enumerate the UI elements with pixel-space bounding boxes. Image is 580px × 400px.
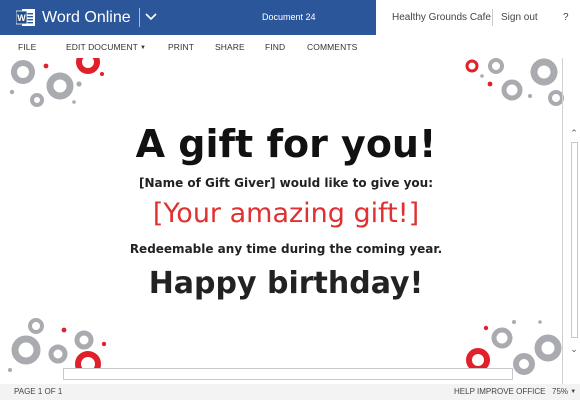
title-bar: W Word Online Document 24 Healthy Ground…: [0, 0, 580, 35]
document-page[interactable]: A gift for you! [Name of Gift Giver] wou…: [0, 58, 568, 384]
chevron-down-icon[interactable]: [144, 11, 158, 23]
gift-title[interactable]: A gift for you!: [0, 121, 568, 167]
menu-comments[interactable]: COMMENTS: [307, 42, 357, 53]
document-title[interactable]: Document 24: [262, 11, 316, 24]
help-improve-office-link[interactable]: HELP IMPROVE OFFICE: [454, 387, 545, 397]
sign-out-link[interactable]: Sign out: [501, 11, 538, 24]
word-logo-icon[interactable]: W: [16, 8, 36, 27]
menu-edit-document[interactable]: EDIT DOCUMENT ▼: [66, 42, 146, 54]
page-count: PAGE 1 OF 1: [14, 387, 63, 396]
circle-decoration-top-left: [9, 58, 104, 107]
closing-line[interactable]: Happy birthday!: [0, 265, 568, 303]
vertical-scrollbar[interactable]: ⌃ ⌄: [568, 58, 580, 384]
page-edge: [562, 58, 563, 384]
menu-file[interactable]: FILE: [18, 42, 36, 53]
app-header: W Word Online Document 24: [0, 0, 376, 35]
help-button[interactable]: ?: [563, 11, 569, 24]
horizontal-scrollbar[interactable]: [63, 368, 513, 380]
menu-share[interactable]: SHARE: [215, 42, 245, 53]
zoom-level: 75%: [552, 387, 569, 396]
svg-text:W: W: [17, 13, 26, 23]
menu-print[interactable]: PRINT: [168, 42, 194, 53]
account-divider: [492, 9, 493, 26]
gift-line[interactable]: [Your amazing gift!]: [0, 197, 568, 231]
redeem-line[interactable]: Redeemable any time during the coming ye…: [0, 241, 568, 257]
account-name[interactable]: Healthy Grounds Cafe: [392, 11, 491, 24]
app-divider: [139, 8, 140, 27]
vertical-scroll-track[interactable]: [571, 142, 578, 338]
document-canvas[interactable]: A gift for you! [Name of Gift Giver] wou…: [0, 58, 580, 384]
circle-decoration-top-right: [465, 58, 564, 106]
chevron-down-icon[interactable]: ⌄: [569, 344, 579, 354]
ribbon-menu: FILE EDIT DOCUMENT ▼ PRINT SHARE FIND COM…: [0, 35, 580, 58]
giver-line[interactable]: [Name of Gift Giver] would like to give …: [0, 175, 568, 191]
status-bar: PAGE 1 OF 1 HELP IMPROVE OFFICE 75% ▼: [0, 384, 580, 400]
caret-down-icon: ▼: [139, 45, 147, 51]
caret-down-icon: ▼: [570, 389, 577, 395]
zoom-control[interactable]: 75% ▼: [552, 387, 576, 397]
menu-find[interactable]: FIND: [265, 42, 285, 53]
app-name[interactable]: Word Online: [42, 8, 131, 27]
menu-edit-document-label: EDIT DOCUMENT: [66, 42, 138, 52]
chevron-up-icon[interactable]: ⌃: [569, 128, 579, 138]
